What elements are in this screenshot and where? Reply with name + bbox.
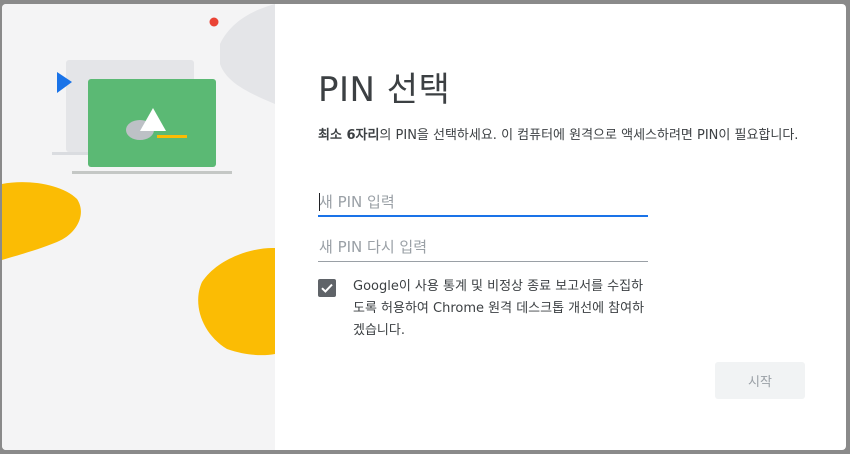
new-pin-input[interactable]	[318, 187, 648, 217]
remote-desktop-illustration	[2, 4, 275, 450]
screen-bar	[157, 135, 187, 138]
new-pin-underline	[318, 215, 648, 217]
yellow-blob-left	[2, 182, 81, 260]
yellow-blob-right	[198, 247, 275, 356]
grey-shape	[220, 4, 275, 104]
description-bold: 최소 6자리	[318, 128, 380, 143]
confirm-pin-input[interactable]	[318, 232, 648, 262]
description-text: 의 PIN을 선택하세요. 이 컴퓨터에 원격으로 액세스하려면 PIN이 필요…	[379, 128, 799, 143]
confirm-pin-underline	[318, 261, 648, 262]
red-dot	[209, 17, 219, 27]
consent-label: Google이 사용 통계 및 비정상 종료 보고서를 수집하도록 허용하여 C…	[353, 279, 645, 338]
pin-setup-dialog: PIN 선택 최소 6자리의 PIN을 선택하세요. 이 컴퓨터에 원격으로 액…	[2, 4, 846, 450]
check-icon	[321, 283, 333, 293]
illustration-art	[2, 4, 275, 356]
dialog-content: PIN 선택 최소 6자리의 PIN을 선택하세요. 이 컴퓨터에 원격으로 액…	[275, 4, 846, 450]
text-caret	[319, 193, 320, 211]
start-button[interactable]: 시작	[715, 362, 805, 399]
monitor-stand	[72, 171, 232, 174]
new-pin-field[interactable]	[318, 187, 648, 217]
confirm-pin-field[interactable]	[318, 232, 648, 262]
dialog-description: 최소 6자리의 PIN을 선택하세요. 이 컴퓨터에 원격으로 액세스하려면 P…	[318, 125, 818, 147]
dialog-title: PIN 선택	[318, 70, 451, 110]
consent-checkbox[interactable]	[318, 279, 336, 297]
